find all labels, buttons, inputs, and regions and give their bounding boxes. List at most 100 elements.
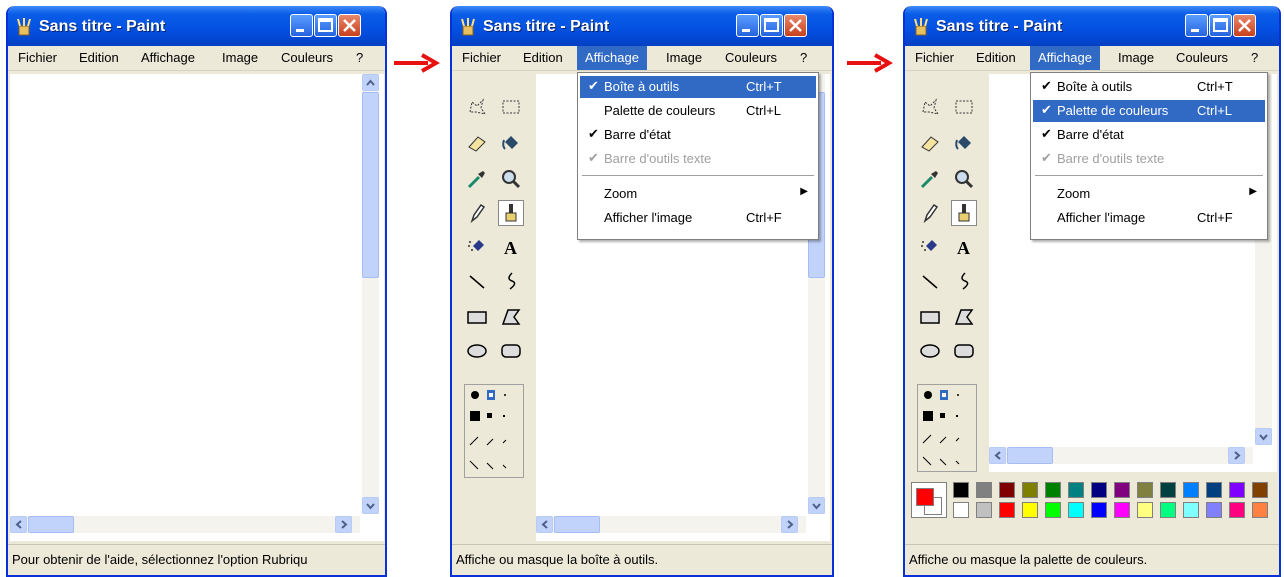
menu-item-afficher-image[interactable]: Afficher l'image Ctrl+F [580,207,816,229]
eraser-tool[interactable] [464,130,490,156]
title-bar[interactable]: Sans titre - Paint [905,6,1279,46]
foreground-color[interactable] [916,488,934,506]
polygon-tool[interactable] [498,304,524,330]
color-swatch[interactable] [1045,502,1061,518]
color-swatch[interactable] [1252,482,1268,498]
color-swatch[interactable] [1206,502,1222,518]
fill-tool[interactable] [498,130,524,156]
rounded-rect-tool[interactable] [498,338,524,364]
canvas[interactable] [10,74,360,514]
scroll-thumb[interactable] [1007,447,1053,464]
rectangle-tool[interactable] [917,304,943,330]
menu-fichier[interactable]: Fichier [18,50,57,65]
color-swatch[interactable] [953,482,969,498]
brush-options[interactable] [917,384,977,472]
scroll-thumb[interactable] [362,92,379,278]
ellipse-tool[interactable] [917,338,943,364]
color-swatch[interactable] [1206,482,1222,498]
menu-item-barre-outils-texte[interactable]: ✔ Barre d'outils texte [1033,148,1265,170]
menu-couleurs[interactable]: Couleurs [281,50,333,65]
ellipse-tool[interactable] [464,338,490,364]
menu-item-barre-outils-texte[interactable]: ✔ Barre d'outils texte [580,148,816,170]
menu-affichage[interactable]: Affichage [141,50,195,65]
menu-item-palette-couleurs[interactable]: ✔ Palette de couleurs Ctrl+L [1033,100,1265,122]
scroll-down-button[interactable] [808,497,825,514]
color-swatch[interactable] [1022,482,1038,498]
menu-help[interactable]: ? [1251,50,1258,65]
color-swatch[interactable] [1114,502,1130,518]
color-swatch[interactable] [1160,482,1176,498]
color-swatch[interactable] [1068,482,1084,498]
color-swatch[interactable] [1114,482,1130,498]
text-tool[interactable]: A [951,234,977,260]
fill-tool[interactable] [951,130,977,156]
magnifier-tool[interactable] [951,166,977,192]
menu-help[interactable]: ? [356,50,363,65]
scroll-left-button[interactable] [989,447,1006,464]
curve-tool[interactable] [498,268,524,294]
menu-item-barre-etat[interactable]: ✔ Barre d'état [1033,124,1265,146]
color-swatch[interactable] [999,502,1015,518]
color-swatch[interactable] [953,502,969,518]
airbrush-tool[interactable] [917,234,943,260]
scroll-down-button[interactable] [1255,428,1272,445]
close-button[interactable] [1233,14,1256,37]
menu-couleurs[interactable]: Couleurs [725,50,777,65]
color-swatch[interactable] [1068,502,1084,518]
scroll-left-button[interactable] [10,516,27,533]
menu-edition[interactable]: Edition [976,50,1016,65]
scroll-left-button[interactable] [536,516,553,533]
color-picker-tool[interactable] [917,166,943,192]
scroll-up-button[interactable] [362,74,379,91]
color-picker-tool[interactable] [464,166,490,192]
color-swatch[interactable] [1229,482,1245,498]
color-swatch[interactable] [1160,502,1176,518]
maximize-button[interactable] [314,14,337,37]
horizontal-scrollbar[interactable] [989,447,1253,464]
horizontal-scrollbar[interactable] [536,516,806,533]
menu-item-palette-couleurs[interactable]: Palette de couleurs Ctrl+L [580,100,816,122]
menu-item-afficher-image[interactable]: Afficher l'image Ctrl+F [1033,207,1265,229]
menu-item-boite-outils[interactable]: ✔ Boîte à outils Ctrl+T [1033,76,1265,98]
current-colors[interactable] [911,482,947,518]
menu-item-zoom[interactable]: Zoom ▶ [580,183,816,205]
menu-item-zoom[interactable]: Zoom ▶ [1033,183,1265,205]
rect-select-tool[interactable] [951,94,977,120]
scroll-right-button[interactable] [1228,447,1245,464]
menu-fichier[interactable]: Fichier [915,50,954,65]
menu-edition[interactable]: Edition [523,50,563,65]
color-swatch[interactable] [1091,502,1107,518]
menu-couleurs[interactable]: Couleurs [1176,50,1228,65]
menu-affichage[interactable]: Affichage [577,46,647,70]
pencil-tool[interactable] [917,200,943,226]
maximize-button[interactable] [760,14,783,37]
color-swatch[interactable] [1252,502,1268,518]
rect-select-tool[interactable] [498,94,524,120]
menu-item-barre-etat[interactable]: ✔ Barre d'état [580,124,816,146]
color-swatch[interactable] [999,482,1015,498]
brush-tool[interactable] [498,200,524,226]
title-bar[interactable]: Sans titre - Paint [8,6,385,46]
menu-item-boite-outils[interactable]: ✔ Boîte à outils Ctrl+T [580,76,816,98]
title-bar[interactable]: Sans titre - Paint [452,6,832,46]
line-tool[interactable] [917,268,943,294]
menu-edition[interactable]: Edition [79,50,119,65]
pencil-tool[interactable] [464,200,490,226]
horizontal-scrollbar[interactable] [10,516,360,533]
menu-fichier[interactable]: Fichier [462,50,501,65]
rectangle-tool[interactable] [464,304,490,330]
close-button[interactable] [338,14,361,37]
minimize-button[interactable] [1185,14,1208,37]
airbrush-tool[interactable] [464,234,490,260]
close-button[interactable] [784,14,807,37]
color-swatch[interactable] [1091,482,1107,498]
line-tool[interactable] [464,268,490,294]
menu-image[interactable]: Image [666,50,702,65]
color-swatch[interactable] [1022,502,1038,518]
scroll-thumb[interactable] [554,516,600,533]
menu-image[interactable]: Image [1118,50,1154,65]
polygon-tool[interactable] [951,304,977,330]
minimize-button[interactable] [290,14,313,37]
brush-options[interactable] [464,384,524,478]
color-swatch[interactable] [1137,502,1153,518]
